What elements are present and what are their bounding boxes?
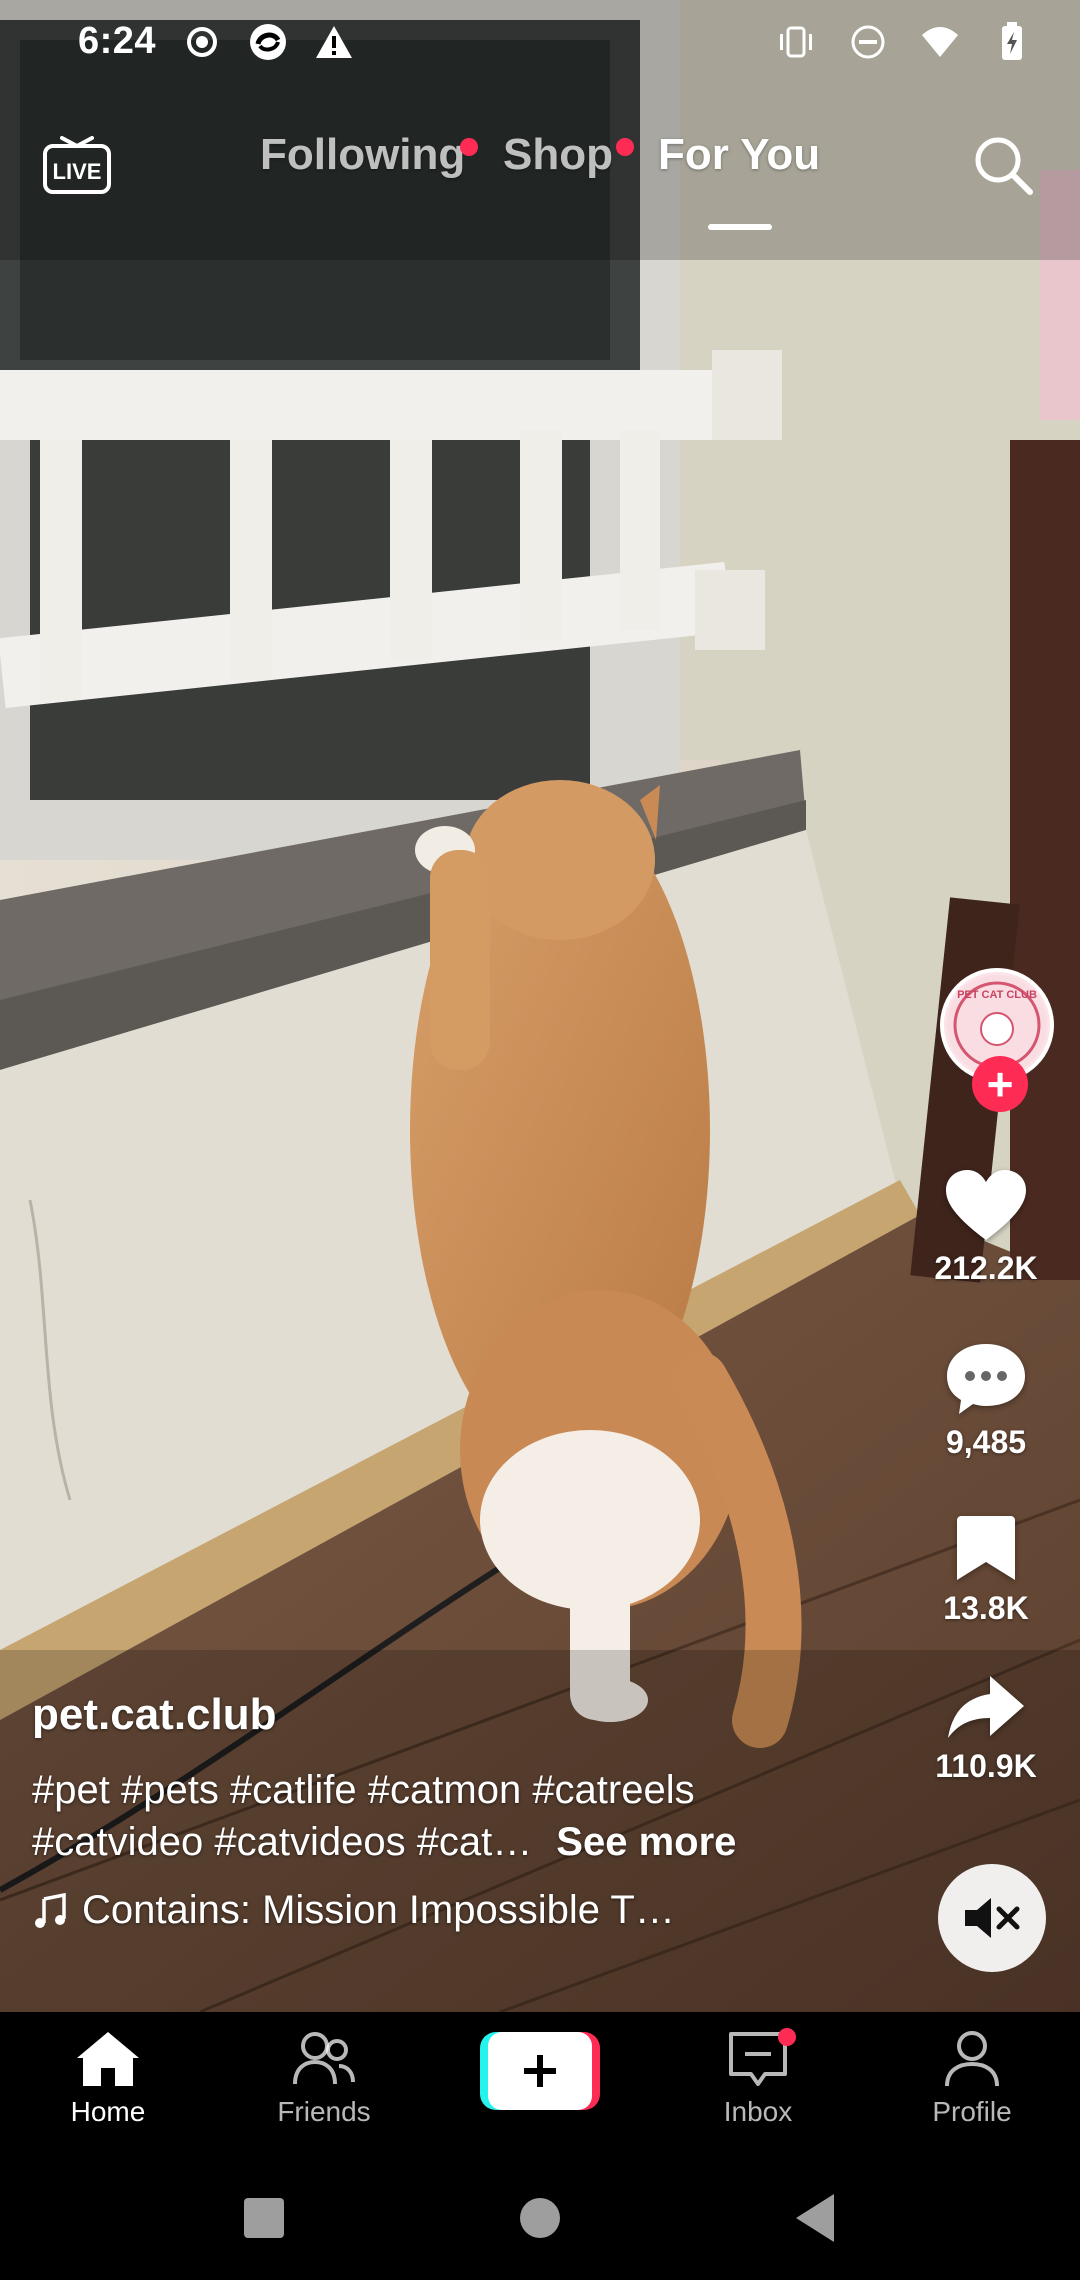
save-button[interactable]: 13.8K bbox=[904, 1512, 1068, 1627]
bottom-nav: Home Friends Inbox Profile bbox=[0, 2012, 1080, 2162]
bookmark-icon bbox=[957, 1516, 1015, 1580]
system-home-button[interactable] bbox=[520, 2198, 560, 2238]
hashtags-line-2-text[interactable]: #catvideo #catvideos #cat… bbox=[32, 1820, 532, 1864]
following-notification-dot bbox=[460, 138, 478, 156]
active-tab-indicator bbox=[708, 224, 772, 230]
like-button[interactable]: 212.2K bbox=[904, 1168, 1068, 1287]
comment-count: 9,485 bbox=[945, 1424, 1027, 1460]
hashtags[interactable]: #pet #pets #catlife #catmon #catreels #c… bbox=[32, 1764, 832, 1868]
record-icon bbox=[182, 22, 222, 62]
tab-following[interactable]: Following bbox=[260, 130, 465, 180]
dnd-icon bbox=[848, 22, 888, 62]
nav-friends[interactable]: Friends bbox=[244, 2030, 404, 2128]
status-right-icons bbox=[776, 22, 1032, 62]
system-nav-bar bbox=[0, 2162, 1080, 2280]
video-caption: pet.cat.club #pet #pets #catlife #catmon… bbox=[32, 1690, 832, 1933]
recents-button[interactable] bbox=[244, 2198, 284, 2238]
status-left-icons bbox=[182, 22, 354, 62]
nav-profile-label: Profile bbox=[932, 2096, 1012, 2127]
friends-icon bbox=[293, 2032, 355, 2085]
share-button[interactable]: 110.9K bbox=[904, 1672, 1068, 1785]
feed-tabs: Following Shop For You bbox=[0, 130, 1080, 230]
vibrate-icon bbox=[776, 22, 816, 62]
create-button[interactable] bbox=[480, 2032, 600, 2110]
music-note-icon bbox=[35, 1892, 66, 1928]
save-count: 13.8K bbox=[943, 1590, 1029, 1626]
top-nav: LIVE Following Shop For You bbox=[0, 120, 1080, 230]
tab-shop[interactable]: Shop bbox=[503, 130, 613, 180]
nav-home-label: Home bbox=[70, 2096, 146, 2127]
nav-inbox-label: Inbox bbox=[723, 2096, 793, 2127]
muted-speaker-icon bbox=[965, 1898, 1020, 1938]
see-more-link[interactable]: See more bbox=[556, 1820, 736, 1864]
profile-icon bbox=[945, 2031, 999, 2087]
comment-button[interactable]: 9,485 bbox=[904, 1340, 1068, 1461]
home-icon bbox=[77, 2032, 139, 2086]
author-username[interactable]: pet.cat.club bbox=[32, 1690, 832, 1740]
sync-app-icon bbox=[248, 22, 288, 62]
tab-for-you[interactable]: For You bbox=[658, 130, 820, 180]
nav-home[interactable]: Home bbox=[28, 2030, 188, 2128]
follow-button[interactable]: + bbox=[972, 1056, 1028, 1112]
nav-friends-label: Friends bbox=[277, 2096, 371, 2127]
hashtags-line-1[interactable]: #pet #pets #catlife #catmon #catreels bbox=[32, 1764, 832, 1816]
music-title: Contains: Mission Impossible T… bbox=[82, 1888, 675, 1932]
back-button[interactable] bbox=[796, 2194, 834, 2242]
share-count: 110.9K bbox=[935, 1748, 1037, 1784]
status-bar: 6:24 bbox=[0, 0, 1080, 90]
nav-profile[interactable]: Profile bbox=[892, 2030, 1052, 2128]
shop-notification-dot bbox=[616, 138, 634, 156]
hashtags-line-2: #catvideo #catvideos #cat… See more bbox=[32, 1816, 832, 1868]
inbox-notification-dot bbox=[778, 2028, 796, 2046]
heart-icon bbox=[946, 1170, 1026, 1240]
warning-icon bbox=[314, 22, 354, 62]
status-time: 6:24 bbox=[78, 20, 157, 62]
music-info[interactable]: Contains: Mission Impossible T… bbox=[32, 1888, 832, 1933]
share-arrow-icon bbox=[948, 1676, 1024, 1738]
like-count: 212.2K bbox=[934, 1250, 1038, 1286]
mute-button[interactable] bbox=[938, 1864, 1046, 1972]
avatar-text: PET CAT CLUB bbox=[957, 989, 1037, 1001]
nav-inbox[interactable]: Inbox bbox=[678, 2028, 838, 2128]
wifi-icon bbox=[920, 22, 960, 62]
comment-icon bbox=[947, 1344, 1025, 1414]
battery-charging-icon bbox=[992, 22, 1032, 62]
author-avatar-group: PET CAT CLUB + bbox=[940, 968, 1058, 1118]
search-icon[interactable] bbox=[970, 132, 1036, 198]
plus-icon bbox=[488, 2032, 592, 2110]
